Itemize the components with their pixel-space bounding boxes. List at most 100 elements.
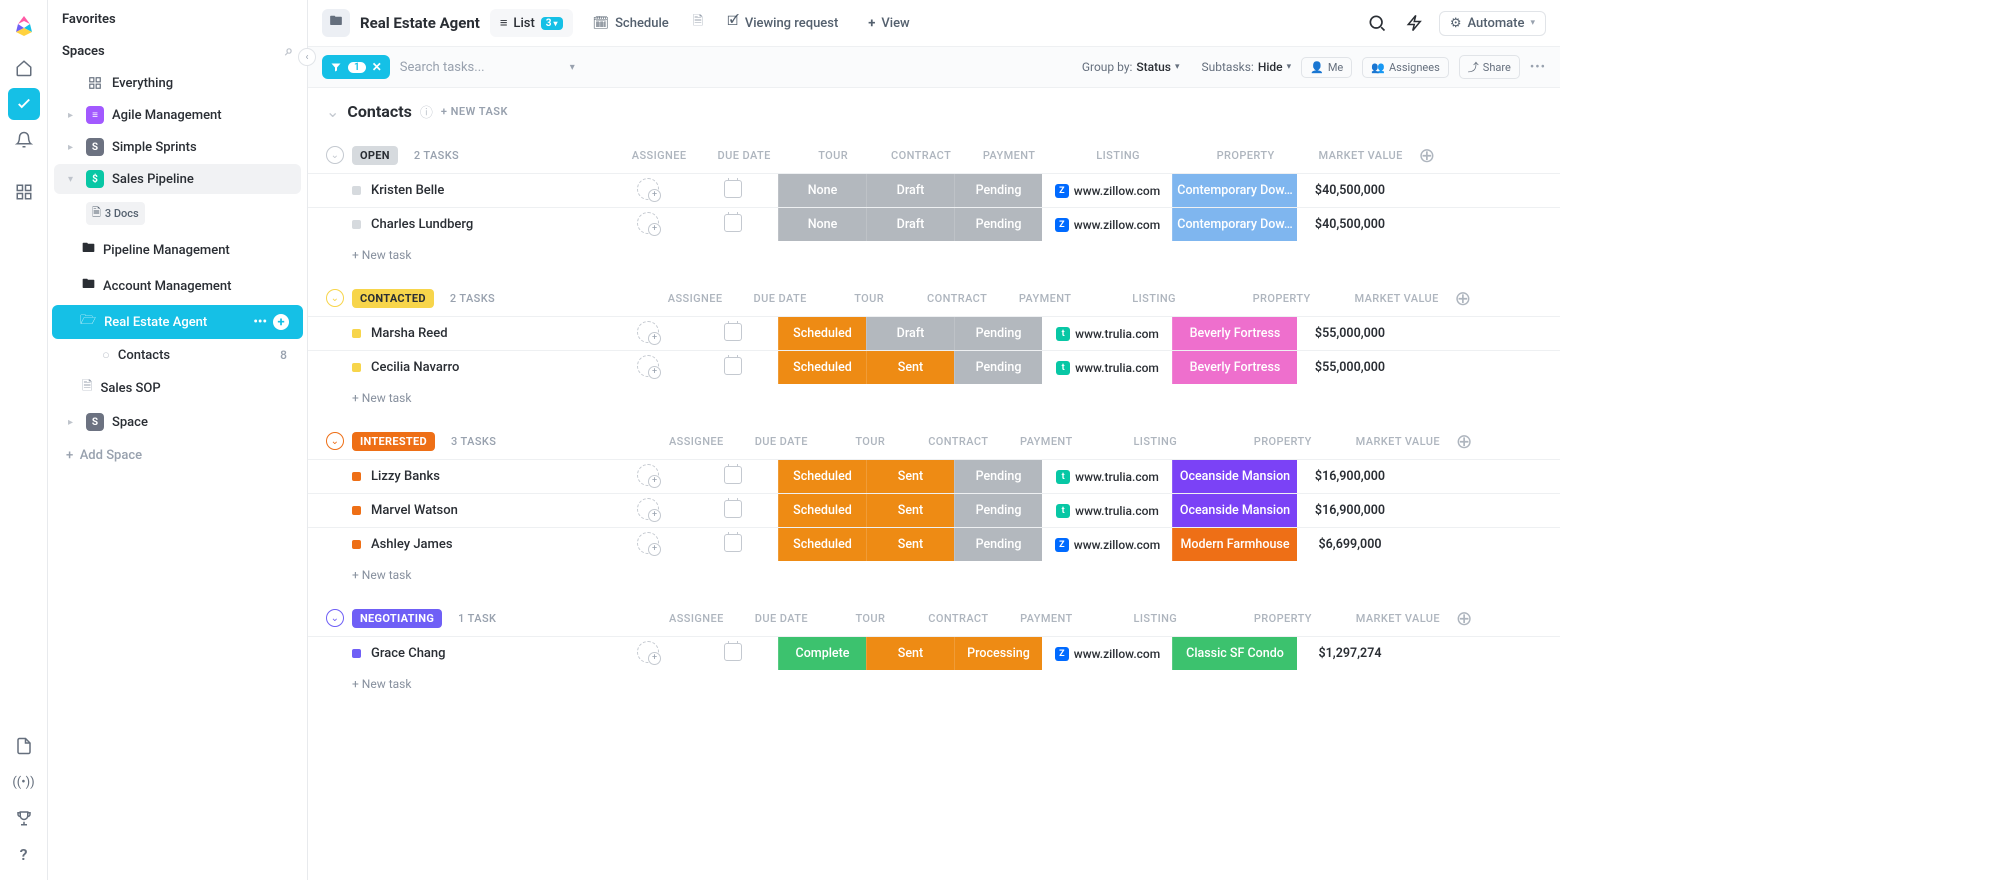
payment-cell[interactable]: Processing	[954, 637, 1042, 670]
collapse-group-icon[interactable]: ⌄	[326, 289, 344, 307]
due-date-cell[interactable]	[688, 500, 778, 522]
col-due[interactable]: DUE DATE	[735, 292, 825, 305]
row-add-cell[interactable]	[1402, 494, 1430, 527]
property-cell[interactable]: Classic SF Condo	[1172, 637, 1297, 670]
col-listing[interactable]: LISTING	[1053, 149, 1183, 162]
bolt-icon[interactable]	[1401, 9, 1429, 37]
tab-viewing-request[interactable]: 🗹 Viewing request	[717, 6, 848, 40]
add-column-button[interactable]: ⊕	[1413, 143, 1441, 167]
new-task-button[interactable]: + New task	[308, 561, 1560, 586]
collapse-group-icon[interactable]: ⌄	[326, 609, 344, 627]
due-date-cell[interactable]	[688, 466, 778, 488]
calendar-icon[interactable]	[724, 534, 742, 552]
row-add-cell[interactable]	[1402, 208, 1430, 241]
col-payment[interactable]: PAYMENT	[1002, 435, 1090, 448]
market-value-cell[interactable]: $40,500,000	[1297, 174, 1402, 207]
assignee-cell[interactable]	[608, 498, 688, 524]
row-add-cell[interactable]	[1402, 528, 1430, 561]
payment-cell[interactable]: Pending	[954, 494, 1042, 527]
docs-icon[interactable]	[8, 730, 40, 762]
me-filter[interactable]: 👤Me	[1301, 57, 1352, 78]
sidebar-item-docs[interactable]: 🗎3 Docs	[54, 196, 301, 231]
contract-cell[interactable]: Draft	[866, 317, 954, 350]
sidebar-item-contacts[interactable]: ○ Contacts 8	[54, 341, 301, 369]
listing-cell[interactable]: twww.trulia.com	[1042, 494, 1172, 527]
contract-cell[interactable]: Sent	[866, 460, 954, 493]
col-tour[interactable]: TOUR	[825, 292, 913, 305]
assignee-cell[interactable]	[608, 464, 688, 490]
filter-chip[interactable]: 1 ✕	[322, 55, 390, 79]
task-name[interactable]: Marvel Watson	[308, 495, 608, 526]
tab-list[interactable]: ≡ List 3▾	[490, 9, 573, 37]
col-assignee[interactable]: ASSIGNEE	[656, 435, 736, 448]
calendar-icon[interactable]	[724, 180, 742, 198]
property-cell[interactable]: Beverly Fortress	[1172, 351, 1297, 384]
contract-cell[interactable]: Draft	[866, 208, 954, 241]
property-cell[interactable]: Modern Farmhouse	[1172, 528, 1297, 561]
due-date-cell[interactable]	[688, 643, 778, 665]
sidebar-item-simple-sprints[interactable]: ▸ S Simple Sprints	[54, 132, 301, 162]
due-date-cell[interactable]	[688, 357, 778, 379]
tour-cell[interactable]: Scheduled	[778, 528, 866, 561]
due-date-cell[interactable]	[688, 534, 778, 556]
sidebar-item-sales-sop[interactable]: 🗎 Sales SOP	[54, 371, 301, 405]
col-property[interactable]: PROPERTY	[1220, 612, 1345, 625]
task-name[interactable]: Marsha Reed	[308, 318, 608, 349]
col-value[interactable]: MARKET VALUE	[1344, 292, 1449, 305]
col-tour[interactable]: TOUR	[826, 435, 914, 448]
row-add-cell[interactable]	[1402, 351, 1430, 384]
search-icon[interactable]	[1363, 9, 1391, 37]
calendar-icon[interactable]	[724, 643, 742, 661]
section-title[interactable]: Contacts	[347, 102, 411, 121]
status-badge[interactable]: OPEN	[352, 146, 398, 165]
add-assignee-icon[interactable]	[637, 464, 659, 486]
contract-cell[interactable]: Sent	[866, 494, 954, 527]
tasks-icon[interactable]	[8, 88, 40, 120]
sidebar-item-everything[interactable]: Everything	[54, 68, 301, 98]
close-icon[interactable]: ✕	[372, 60, 382, 74]
automate-button[interactable]: ⚙ Automate ▾	[1439, 11, 1546, 36]
tour-cell[interactable]: Complete	[778, 637, 866, 670]
more-icon[interactable]: •••	[1530, 60, 1546, 75]
status-badge[interactable]: INTERESTED	[352, 432, 435, 451]
calendar-icon[interactable]	[724, 466, 742, 484]
listing-cell[interactable]: twww.trulia.com	[1042, 351, 1172, 384]
search-input[interactable]: Search tasks...	[400, 60, 560, 75]
collapse-all-icon[interactable]: ⌄	[326, 102, 339, 121]
contract-cell[interactable]: Sent	[866, 528, 954, 561]
col-tour[interactable]: TOUR	[826, 612, 914, 625]
add-assignee-icon[interactable]	[637, 641, 659, 663]
market-value-cell[interactable]: $40,500,000	[1297, 208, 1402, 241]
app-logo[interactable]	[8, 10, 40, 42]
payment-cell[interactable]: Pending	[954, 460, 1042, 493]
market-value-cell[interactable]: $1,297,274	[1297, 637, 1402, 670]
table-row[interactable]: Lizzy Banks Scheduled Sent Pending twww.…	[308, 459, 1560, 493]
task-name[interactable]: Grace Chang	[308, 638, 608, 669]
col-contract[interactable]: CONTRACT	[913, 292, 1001, 305]
property-cell[interactable]: Oceanside Mansion	[1172, 460, 1297, 493]
listing-cell[interactable]: twww.trulia.com	[1042, 460, 1172, 493]
add-icon[interactable]: +	[273, 314, 289, 330]
sidebar-item-pipeline-mgmt[interactable]: 🖿 Pipeline Management	[54, 233, 301, 267]
home-icon[interactable]	[8, 52, 40, 84]
more-icon[interactable]: •••	[253, 315, 267, 330]
help-icon[interactable]: ?	[8, 838, 40, 870]
property-cell[interactable]: Contemporary Dow…	[1172, 174, 1297, 207]
row-add-cell[interactable]	[1402, 317, 1430, 350]
row-add-cell[interactable]	[1402, 460, 1430, 493]
add-assignee-icon[interactable]	[637, 498, 659, 520]
add-view-button[interactable]: + View	[858, 10, 919, 37]
col-due[interactable]: DUE DATE	[736, 612, 826, 625]
search-icon[interactable]: ⌕	[285, 43, 293, 59]
listing-cell[interactable]: Zwww.zillow.com	[1042, 637, 1172, 670]
folder-icon[interactable]: 🖿	[322, 9, 350, 37]
table-row[interactable]: Grace Chang Complete Sent Processing Zww…	[308, 636, 1560, 670]
col-value[interactable]: MARKET VALUE	[1308, 149, 1413, 162]
listing-cell[interactable]: Zwww.zillow.com	[1042, 174, 1172, 207]
due-date-cell[interactable]	[688, 214, 778, 236]
col-payment[interactable]: PAYMENT	[1001, 292, 1089, 305]
tour-cell[interactable]: Scheduled	[778, 460, 866, 493]
calendar-icon[interactable]	[724, 214, 742, 232]
payment-cell[interactable]: Pending	[954, 317, 1042, 350]
add-assignee-icon[interactable]	[637, 212, 659, 234]
